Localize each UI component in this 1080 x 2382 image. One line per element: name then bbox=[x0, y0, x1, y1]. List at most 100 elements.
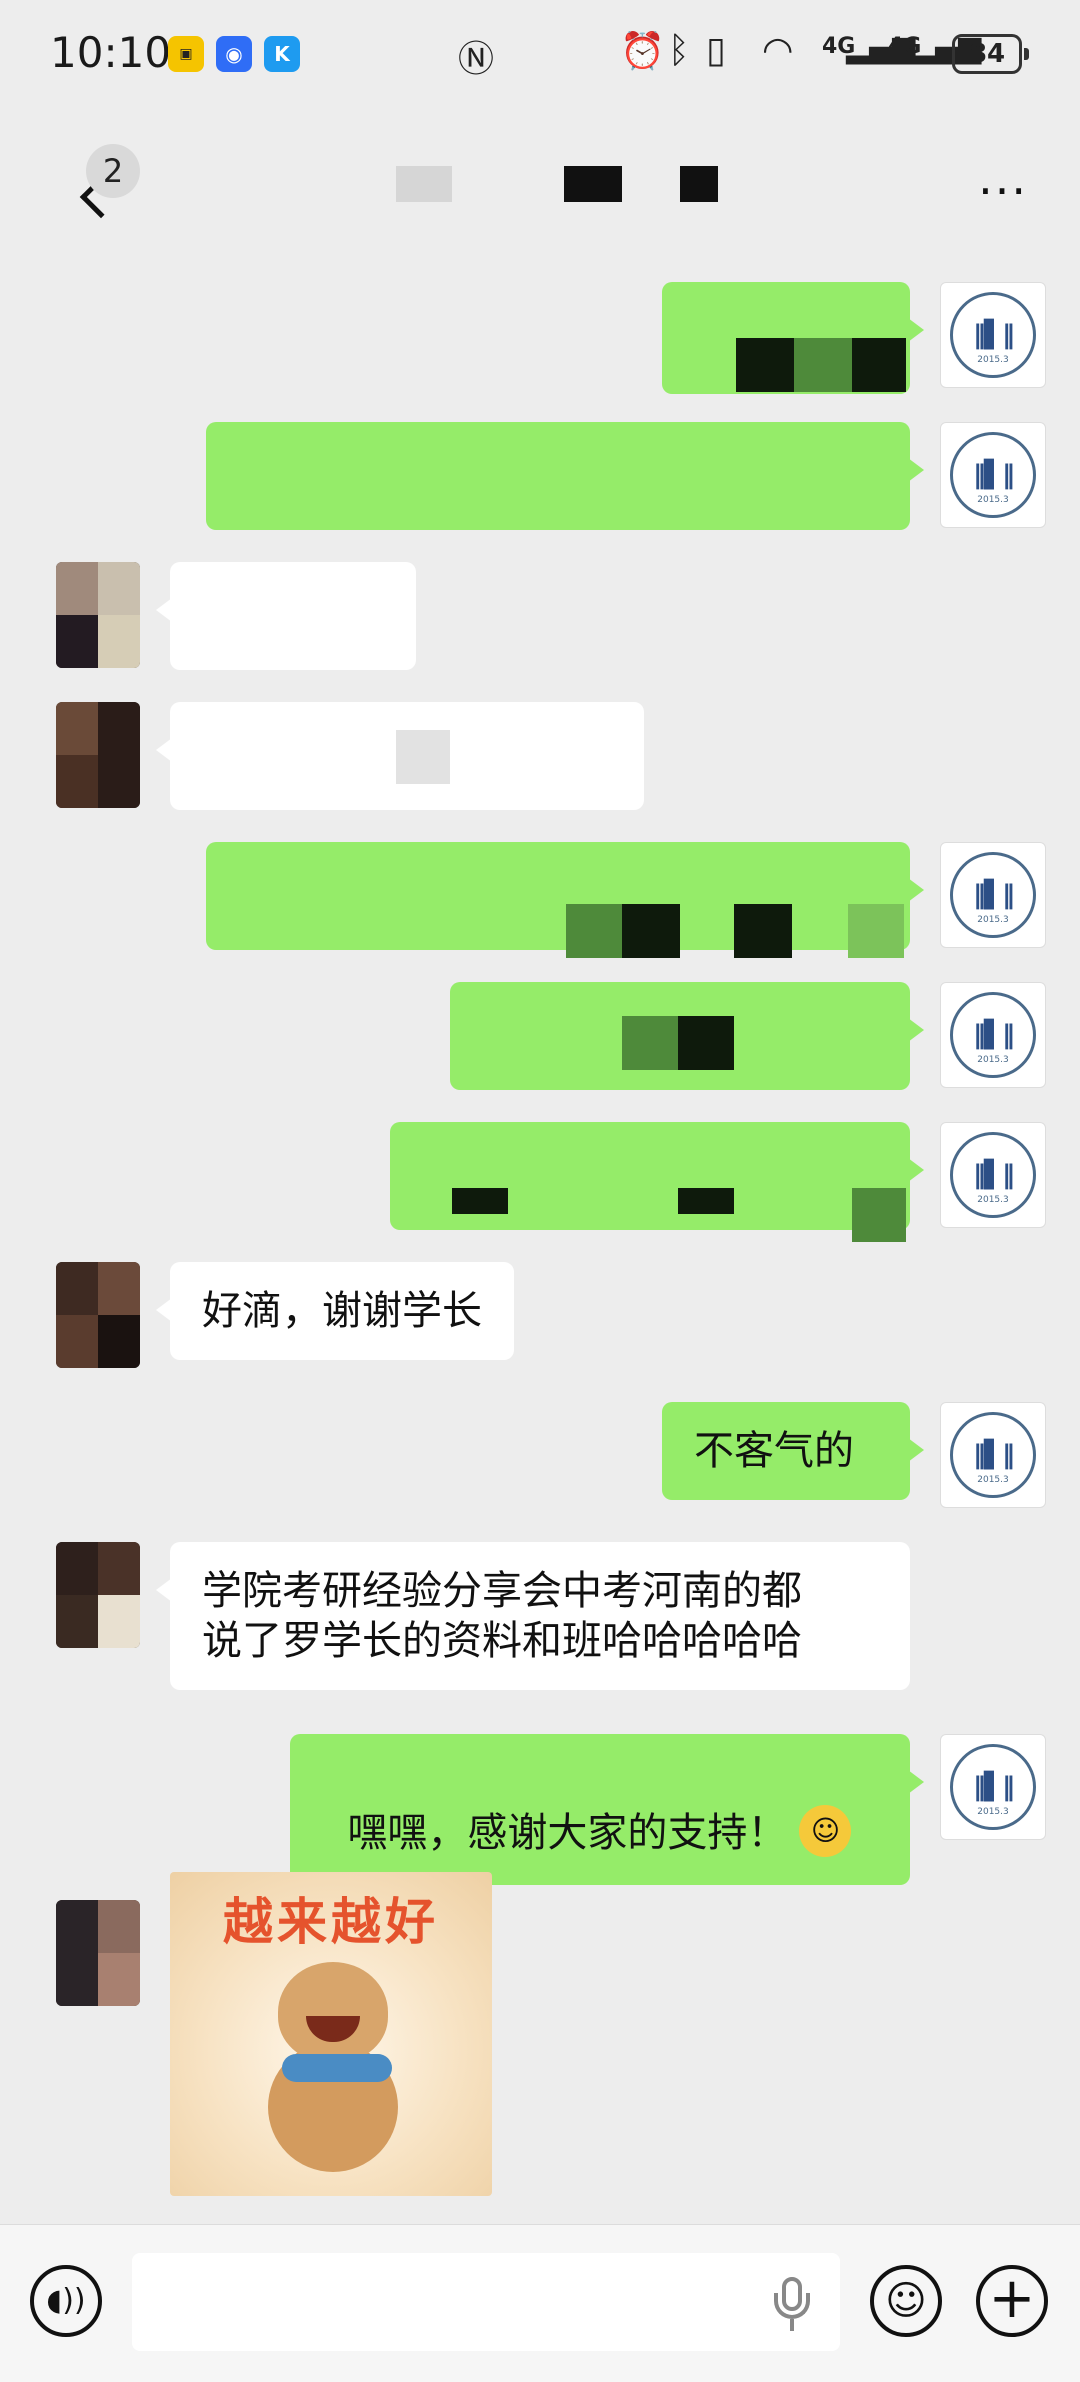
bluetooth-icon: ᛒ bbox=[668, 30, 690, 71]
avatar-pixel bbox=[98, 615, 140, 668]
message-bubble-other[interactable] bbox=[156, 702, 644, 810]
redacted-block bbox=[566, 904, 622, 958]
avatar-pixel bbox=[98, 1595, 140, 1648]
redacted-block bbox=[396, 730, 450, 784]
sticker-head bbox=[278, 1962, 388, 2062]
mic-stem bbox=[790, 2319, 794, 2331]
chat-header: 2 ··· bbox=[0, 112, 1080, 232]
message-bubble-other[interactable] bbox=[156, 562, 416, 670]
message-input[interactable] bbox=[132, 2253, 840, 2351]
redacted-block bbox=[794, 338, 852, 392]
input-bar: ◖)) ☺ + bbox=[0, 2224, 1080, 2382]
self-avatar[interactable]: ‖▌‖ 2015.3 bbox=[940, 1734, 1046, 1840]
avatar-pixel bbox=[56, 702, 98, 755]
avatar-pixel bbox=[98, 1900, 140, 1953]
vibrate-icon: ▯ bbox=[706, 30, 726, 71]
redacted-title bbox=[564, 166, 622, 202]
redacted-block bbox=[848, 904, 904, 958]
emoji-icon[interactable]: ☺ bbox=[870, 2265, 942, 2337]
message-bubble-other[interactable]: 好滴，谢谢学长 bbox=[156, 1262, 514, 1360]
redacted-block bbox=[736, 338, 794, 392]
redacted-block bbox=[622, 1016, 678, 1070]
avatar-pixel bbox=[98, 1262, 140, 1315]
avatar-year: 2015.3 bbox=[977, 355, 1009, 365]
avatar-pixel bbox=[56, 615, 98, 668]
status-time: 10:10 bbox=[50, 28, 172, 77]
unread-badge[interactable]: 2 bbox=[86, 144, 140, 198]
books-icon: ‖▌‖ bbox=[973, 1772, 1015, 1802]
redacted-block bbox=[852, 1188, 906, 1242]
self-avatar[interactable]: ‖▌‖ 2015.3 bbox=[940, 1122, 1046, 1228]
message-bubble-self[interactable] bbox=[450, 982, 924, 1090]
avatar-year: 2015.3 bbox=[977, 1807, 1009, 1817]
self-avatar[interactable]: ‖▌‖ 2015.3 bbox=[940, 282, 1046, 388]
more-dots-icon[interactable]: ··· bbox=[978, 164, 1028, 218]
avatar-year: 2015.3 bbox=[977, 1195, 1009, 1205]
avatar-pixel bbox=[56, 1315, 98, 1368]
emoji-icon: ☺ bbox=[799, 1805, 852, 1857]
avatar-pixel bbox=[98, 1953, 140, 2006]
message-bubble-self[interactable]: 嘿嘿，感谢大家的支持！ ☺ bbox=[290, 1734, 924, 1885]
message-bubble-other[interactable]: 学院考研经验分享会中考河南的都 说了罗学长的资料和班哈哈哈哈哈 bbox=[156, 1542, 910, 1690]
redacted-title bbox=[680, 166, 718, 202]
app-notification-icon: K bbox=[264, 36, 300, 72]
message-bubble-self[interactable] bbox=[206, 842, 924, 958]
books-icon: ‖▌‖ bbox=[973, 460, 1015, 490]
avatar-pixel bbox=[98, 702, 140, 755]
voice-icon[interactable]: ◖)) bbox=[30, 2265, 102, 2337]
avatar-ring: ‖▌‖ 2015.3 bbox=[950, 992, 1036, 1078]
message-bubble-self[interactable]: 不客气的 bbox=[662, 1402, 924, 1500]
contact-avatar[interactable] bbox=[56, 562, 140, 668]
avatar-pixel bbox=[98, 1542, 140, 1595]
avatar-pixel bbox=[56, 755, 98, 808]
avatar-pixel bbox=[56, 1262, 98, 1315]
wifi-icon: ◠ bbox=[762, 30, 794, 71]
sticker-message[interactable]: 越来越好 bbox=[170, 1872, 492, 2196]
message-bubble-self[interactable] bbox=[662, 282, 924, 394]
self-avatar[interactable]: ‖▌‖ 2015.3 bbox=[940, 842, 1046, 948]
redacted-block bbox=[734, 904, 792, 958]
message-bubble-self[interactable] bbox=[206, 422, 924, 530]
message-bubble-self[interactable] bbox=[390, 1122, 924, 1242]
app-notification-icon: ▣ bbox=[168, 36, 204, 72]
contact-avatar[interactable] bbox=[56, 702, 140, 808]
back-button[interactable] bbox=[36, 142, 123, 219]
redacted-block bbox=[452, 1188, 508, 1214]
contact-avatar[interactable] bbox=[56, 1542, 140, 1648]
avatar-pixel bbox=[56, 1900, 98, 1953]
self-avatar[interactable]: ‖▌‖ 2015.3 bbox=[940, 982, 1046, 1088]
avatar-ring: ‖▌‖ 2015.3 bbox=[950, 852, 1036, 938]
books-icon: ‖▌‖ bbox=[973, 1020, 1015, 1050]
avatar-ring: ‖▌‖ 2015.3 bbox=[950, 292, 1036, 378]
self-avatar[interactable]: ‖▌‖ 2015.3 bbox=[940, 1402, 1046, 1508]
plus-icon[interactable]: + bbox=[976, 2265, 1048, 2337]
status-bar: 10:10 ▣ ◉ K Ⓝ ⏰ ᛒ ▯ ◠ 4G ▂▄▆ 4G ▂▄▆ 84 bbox=[0, 0, 1080, 112]
self-avatar[interactable]: ‖▌‖ 2015.3 bbox=[940, 422, 1046, 528]
nfc-icon: Ⓝ bbox=[458, 39, 495, 80]
battery-indicator: 84 bbox=[952, 34, 1029, 74]
redacted-block bbox=[678, 1016, 734, 1070]
redacted-block bbox=[622, 904, 680, 958]
redacted-title bbox=[396, 166, 452, 202]
redacted-block bbox=[852, 338, 906, 392]
avatar-ring: ‖▌‖ 2015.3 bbox=[950, 432, 1036, 518]
avatar-ring: ‖▌‖ 2015.3 bbox=[950, 1132, 1036, 1218]
avatar-pixel bbox=[98, 1315, 140, 1368]
avatar-year: 2015.3 bbox=[977, 1475, 1009, 1485]
contact-avatar[interactable] bbox=[56, 1262, 140, 1368]
avatar-year: 2015.3 bbox=[977, 915, 1009, 925]
contact-avatar[interactable] bbox=[56, 1900, 140, 2006]
books-icon: ‖▌‖ bbox=[973, 1440, 1015, 1470]
message-text: 嘿嘿，感谢大家的支持！ bbox=[347, 1810, 788, 1856]
avatar-ring: ‖▌‖ 2015.3 bbox=[950, 1744, 1036, 1830]
avatar-pixel bbox=[98, 562, 140, 615]
books-icon: ‖▌‖ bbox=[973, 320, 1015, 350]
pony-sticker-icon bbox=[248, 1962, 418, 2182]
app-notification-icon: ◉ bbox=[216, 36, 252, 72]
avatar-pixel bbox=[56, 562, 98, 615]
avatar-ring: ‖▌‖ 2015.3 bbox=[950, 1412, 1036, 1498]
avatar-pixel bbox=[98, 755, 140, 808]
sticker-caption: 越来越好 bbox=[223, 1893, 439, 1951]
mic-icon[interactable] bbox=[772, 2277, 812, 2333]
books-icon: ‖▌‖ bbox=[973, 880, 1015, 910]
